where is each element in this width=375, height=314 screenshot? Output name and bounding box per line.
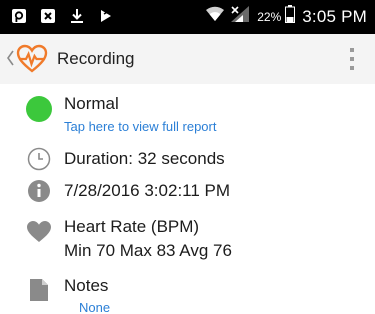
battery-percent: 22% (257, 9, 282, 24)
page-title: Recording (57, 49, 135, 68)
recording-datetime: 7/28/2016 3:02:11 PM (64, 181, 231, 200)
overflow-menu-icon[interactable] (349, 48, 355, 70)
wifi-icon (205, 5, 225, 28)
status-row[interactable]: Normal Tap here to view full report (0, 94, 375, 138)
status-dot (26, 96, 52, 122)
status-bar: 22% 3:05 PM (0, 0, 375, 34)
notification-icons (10, 7, 115, 25)
view-report-link[interactable]: Tap here to view full report (64, 119, 216, 134)
action-bar: Recording (0, 34, 375, 84)
notes-row[interactable]: Notes None (0, 273, 375, 314)
notes-label: Notes (64, 276, 109, 295)
heart-rate-row: Heart Rate (BPM) Min 70 Max 83 Avg 76 (0, 213, 375, 263)
clock-icon (26, 146, 52, 172)
document-icon (26, 277, 52, 303)
date-row: 7/28/2016 3:02:11 PM (0, 178, 375, 204)
media-icon (97, 7, 115, 25)
duration-row: Duration: 32 seconds (0, 146, 375, 172)
heart-pulse-logo[interactable] (16, 44, 48, 74)
notification-app-icon (10, 7, 28, 25)
signal-icon (229, 5, 251, 28)
info-icon (26, 178, 52, 204)
status-label: Normal (64, 94, 119, 113)
heart-rate-values: Min 70 Max 83 Avg 76 (64, 241, 232, 260)
chevron-left-icon[interactable] (6, 49, 14, 72)
download-icon (68, 7, 86, 25)
duration-text: Duration: 32 seconds (64, 149, 225, 168)
battery-icon (285, 5, 296, 28)
clock: 3:05 PM (302, 6, 367, 26)
status-indicator-icon (26, 96, 52, 122)
notes-value[interactable]: None (79, 300, 110, 314)
heart-rate-label: Heart Rate (BPM) (64, 217, 200, 236)
system-indicators: 22% 3:05 PM (205, 5, 367, 28)
heart-icon (26, 219, 52, 245)
close-box-icon (39, 7, 57, 25)
